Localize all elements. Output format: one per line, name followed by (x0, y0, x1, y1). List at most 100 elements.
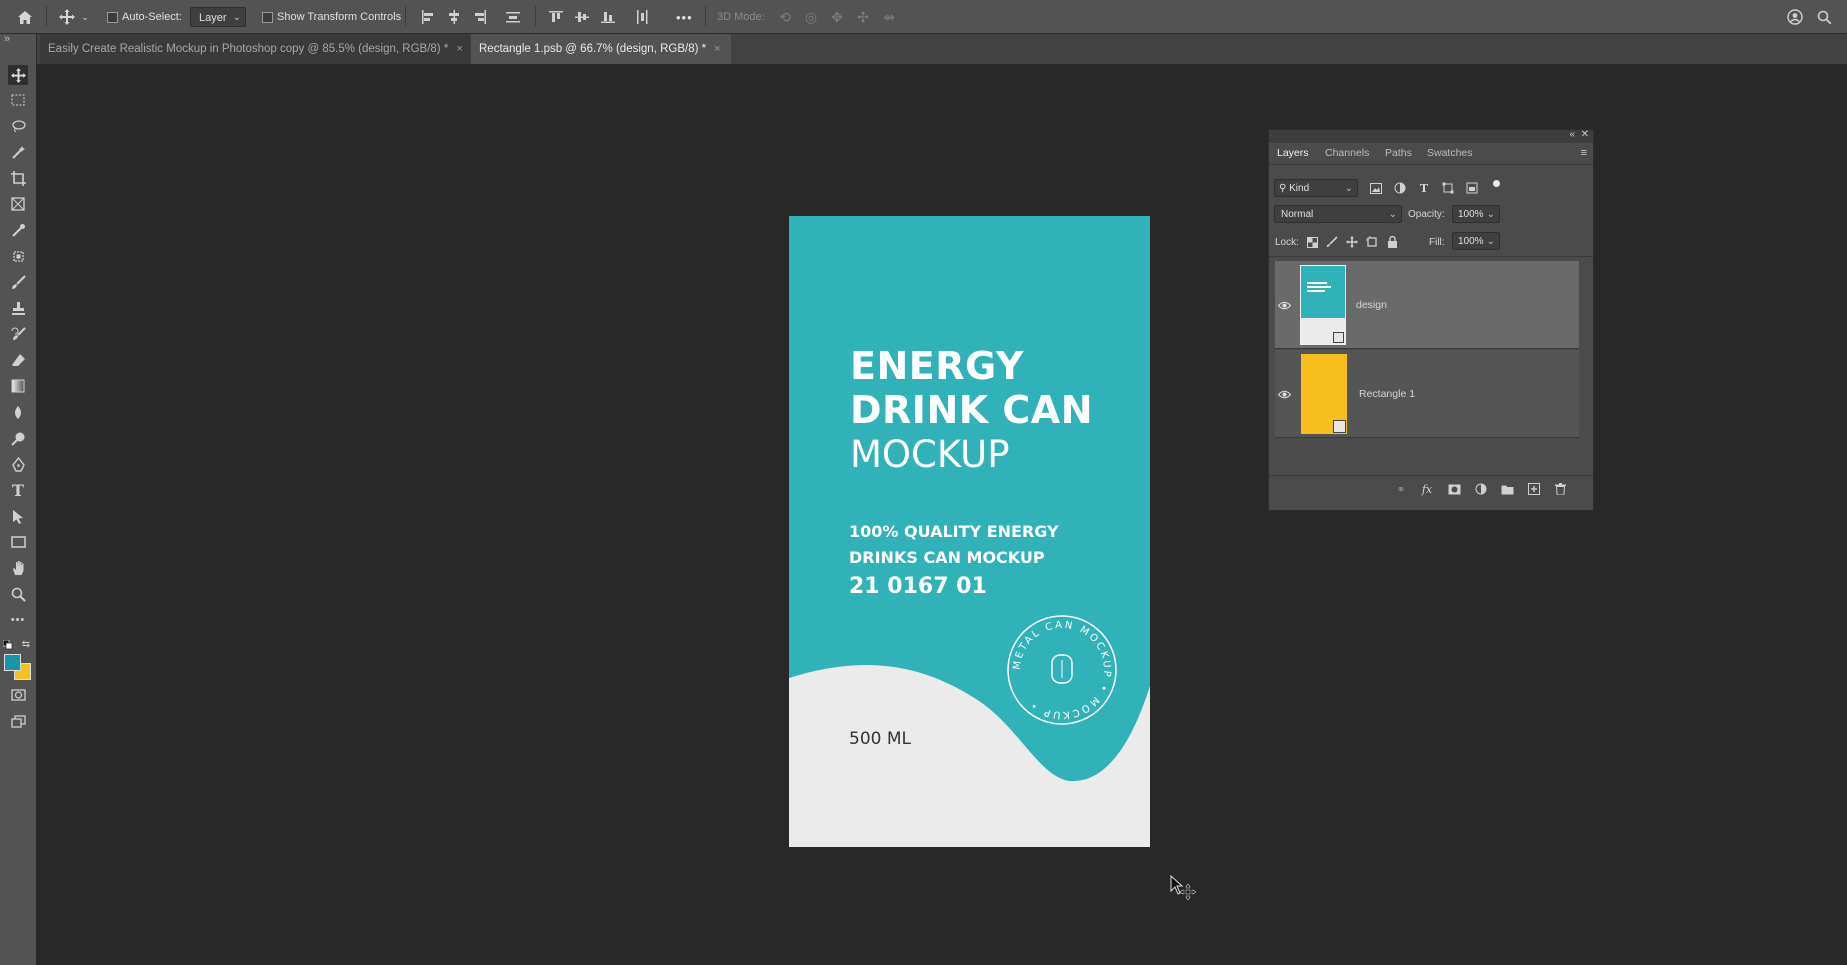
magic-wand-tool-icon[interactable] (8, 142, 28, 162)
fill-field[interactable]: 100% ⌄ (1452, 232, 1500, 250)
lock-all-icon[interactable] (1385, 235, 1399, 249)
more-options-button[interactable]: ••• (676, 10, 693, 25)
adjustment-layer-icon[interactable] (1474, 482, 1488, 496)
brush-tool-icon[interactable] (8, 272, 28, 292)
visibility-eye-icon[interactable] (1277, 387, 1291, 401)
rectangle-tool-icon[interactable] (8, 532, 28, 552)
gradient-tool-icon[interactable] (8, 376, 28, 396)
close-icon[interactable]: ✕ (1581, 129, 1589, 140)
subtitle-line-1: 100% QUALITY ENERGY (849, 522, 1059, 541)
swap-colors-icon[interactable]: ⇆ (21, 639, 31, 650)
close-icon[interactable]: × (456, 43, 462, 55)
tool-preset-chevron-icon[interactable]: ⌄ (80, 10, 90, 24)
tab-paths[interactable]: Paths (1385, 147, 1412, 159)
tab-layers[interactable]: Layers (1277, 147, 1309, 159)
3d-pan-icon[interactable]: ✥ (829, 9, 845, 25)
filter-toggle-icon[interactable] (1493, 180, 1500, 187)
document-canvas[interactable]: ENERGY DRINK CAN MOCKUP 100% QUALITY ENE… (789, 216, 1150, 847)
search-icon[interactable] (1815, 8, 1833, 26)
align-horizontal-centers-icon[interactable] (446, 9, 462, 25)
foreground-color-swatch[interactable] (4, 654, 21, 671)
new-layer-icon[interactable] (1527, 482, 1541, 496)
lock-position-icon[interactable] (1345, 235, 1359, 249)
align-vertical-centers-icon[interactable] (574, 9, 590, 25)
home-icon[interactable] (16, 8, 34, 26)
visibility-eye-icon[interactable] (1277, 298, 1291, 312)
chevron-down-icon: ⌄ (232, 12, 241, 23)
3d-slide-icon[interactable]: ✣ (855, 9, 871, 25)
align-left-edges-icon[interactable] (420, 9, 436, 25)
align-top-edges-icon[interactable] (548, 9, 564, 25)
move-tool-icon[interactable] (8, 65, 28, 85)
lock-transparent-pixels-icon[interactable] (1305, 235, 1319, 249)
3d-roll-icon[interactable]: ◎ (803, 9, 819, 25)
layer-row-rectangle-1[interactable]: Rectangle 1 (1275, 350, 1579, 438)
expand-panel-icon[interactable]: » (4, 33, 10, 45)
path-selection-tool-icon[interactable] (8, 506, 28, 526)
collapse-panel-icon[interactable]: « (1569, 129, 1575, 140)
history-brush-tool-icon[interactable] (8, 324, 28, 344)
clone-stamp-tool-icon[interactable] (8, 298, 28, 318)
fx-icon[interactable]: fx (1420, 482, 1434, 496)
tab-document-rectangle[interactable]: Rectangle 1.psb @ 66.7% (design, RGB/8) … (471, 34, 731, 64)
pen-tool-icon[interactable] (8, 454, 28, 474)
auto-select-label: Auto-Select: (122, 11, 182, 23)
title-line-2: DRINK CAN (850, 388, 1094, 432)
3d-scale-icon[interactable]: ⇴ (881, 9, 897, 25)
eraser-tool-icon[interactable] (8, 350, 28, 370)
panel-title-bar[interactable]: « ✕ (1269, 129, 1593, 143)
screen-mode-icon[interactable] (8, 711, 28, 731)
auto-select-checkbox[interactable] (107, 12, 118, 23)
lasso-tool-icon[interactable] (8, 116, 28, 136)
chevron-down-icon: ⌄ (1486, 209, 1495, 220)
blend-mode-dropdown[interactable]: Normal ⌄ (1274, 205, 1402, 223)
layer-row-design[interactable]: design (1275, 261, 1579, 349)
move-tool-icon[interactable] (58, 8, 76, 26)
edit-toolbar-button[interactable]: ••• (8, 610, 28, 630)
link-layers-icon[interactable]: ⚭ (1394, 482, 1408, 496)
dodge-tool-icon[interactable] (8, 428, 28, 448)
crop-tool-icon[interactable] (8, 168, 28, 188)
default-colors-icon[interactable] (3, 640, 13, 650)
layer-name[interactable]: design (1356, 299, 1387, 311)
add-mask-icon[interactable] (1447, 482, 1461, 496)
account-icon[interactable] (1786, 8, 1804, 26)
blur-tool-icon[interactable] (8, 402, 28, 422)
type-tool-icon[interactable]: T (8, 480, 28, 500)
folder-icon[interactable] (1500, 482, 1514, 496)
panel-menu-icon[interactable]: ≡ (1581, 147, 1587, 159)
auto-select-target-dropdown[interactable]: Layer ⌄ (190, 7, 246, 27)
align-bottom-edges-icon[interactable] (600, 9, 616, 25)
layer-name[interactable]: Rectangle 1 (1359, 388, 1415, 400)
healing-brush-tool-icon[interactable] (8, 246, 28, 266)
filter-adjustment-icon[interactable] (1393, 181, 1407, 195)
tab-swatches[interactable]: Swatches (1427, 147, 1473, 159)
lock-artboard-icon[interactable] (1365, 235, 1379, 249)
align-right-edges-icon[interactable] (472, 9, 488, 25)
frame-tool-icon[interactable] (8, 194, 28, 214)
lock-image-pixels-icon[interactable] (1325, 235, 1339, 249)
hand-tool-icon[interactable] (8, 558, 28, 578)
chevron-down-icon: ⌄ (1388, 209, 1397, 220)
tab-document-mockup[interactable]: Easily Create Realistic Mockup in Photos… (40, 34, 470, 64)
title-line-3: MOCKUP (850, 433, 1010, 476)
opacity-field[interactable]: 100% ⌄ (1452, 205, 1500, 223)
distribute-horizontal-icon[interactable] (634, 9, 650, 25)
quick-mask-icon[interactable] (8, 685, 28, 705)
trash-icon[interactable] (1553, 482, 1567, 496)
marquee-tool-icon[interactable] (8, 90, 28, 110)
3d-orbit-icon[interactable]: ⟲ (777, 9, 793, 25)
filter-smart-object-icon[interactable] (1465, 181, 1479, 195)
zoom-tool-icon[interactable] (8, 584, 28, 604)
tab-channels[interactable]: Channels (1325, 147, 1369, 159)
layer-filter-dropdown[interactable]: ⚲ Kind ⌄ (1274, 179, 1358, 197)
distribute-vertical-icon[interactable] (505, 9, 521, 25)
mouse-cursor-icon (1170, 875, 1196, 901)
filter-type-icon[interactable]: T (1417, 181, 1431, 195)
show-transform-checkbox[interactable] (262, 12, 273, 23)
filter-shape-icon[interactable] (1441, 181, 1455, 195)
filter-pixel-icon[interactable] (1369, 181, 1383, 195)
eyedropper-tool-icon[interactable] (8, 220, 28, 240)
opacity-label: Opacity: (1408, 209, 1445, 220)
close-icon[interactable]: × (714, 43, 720, 55)
